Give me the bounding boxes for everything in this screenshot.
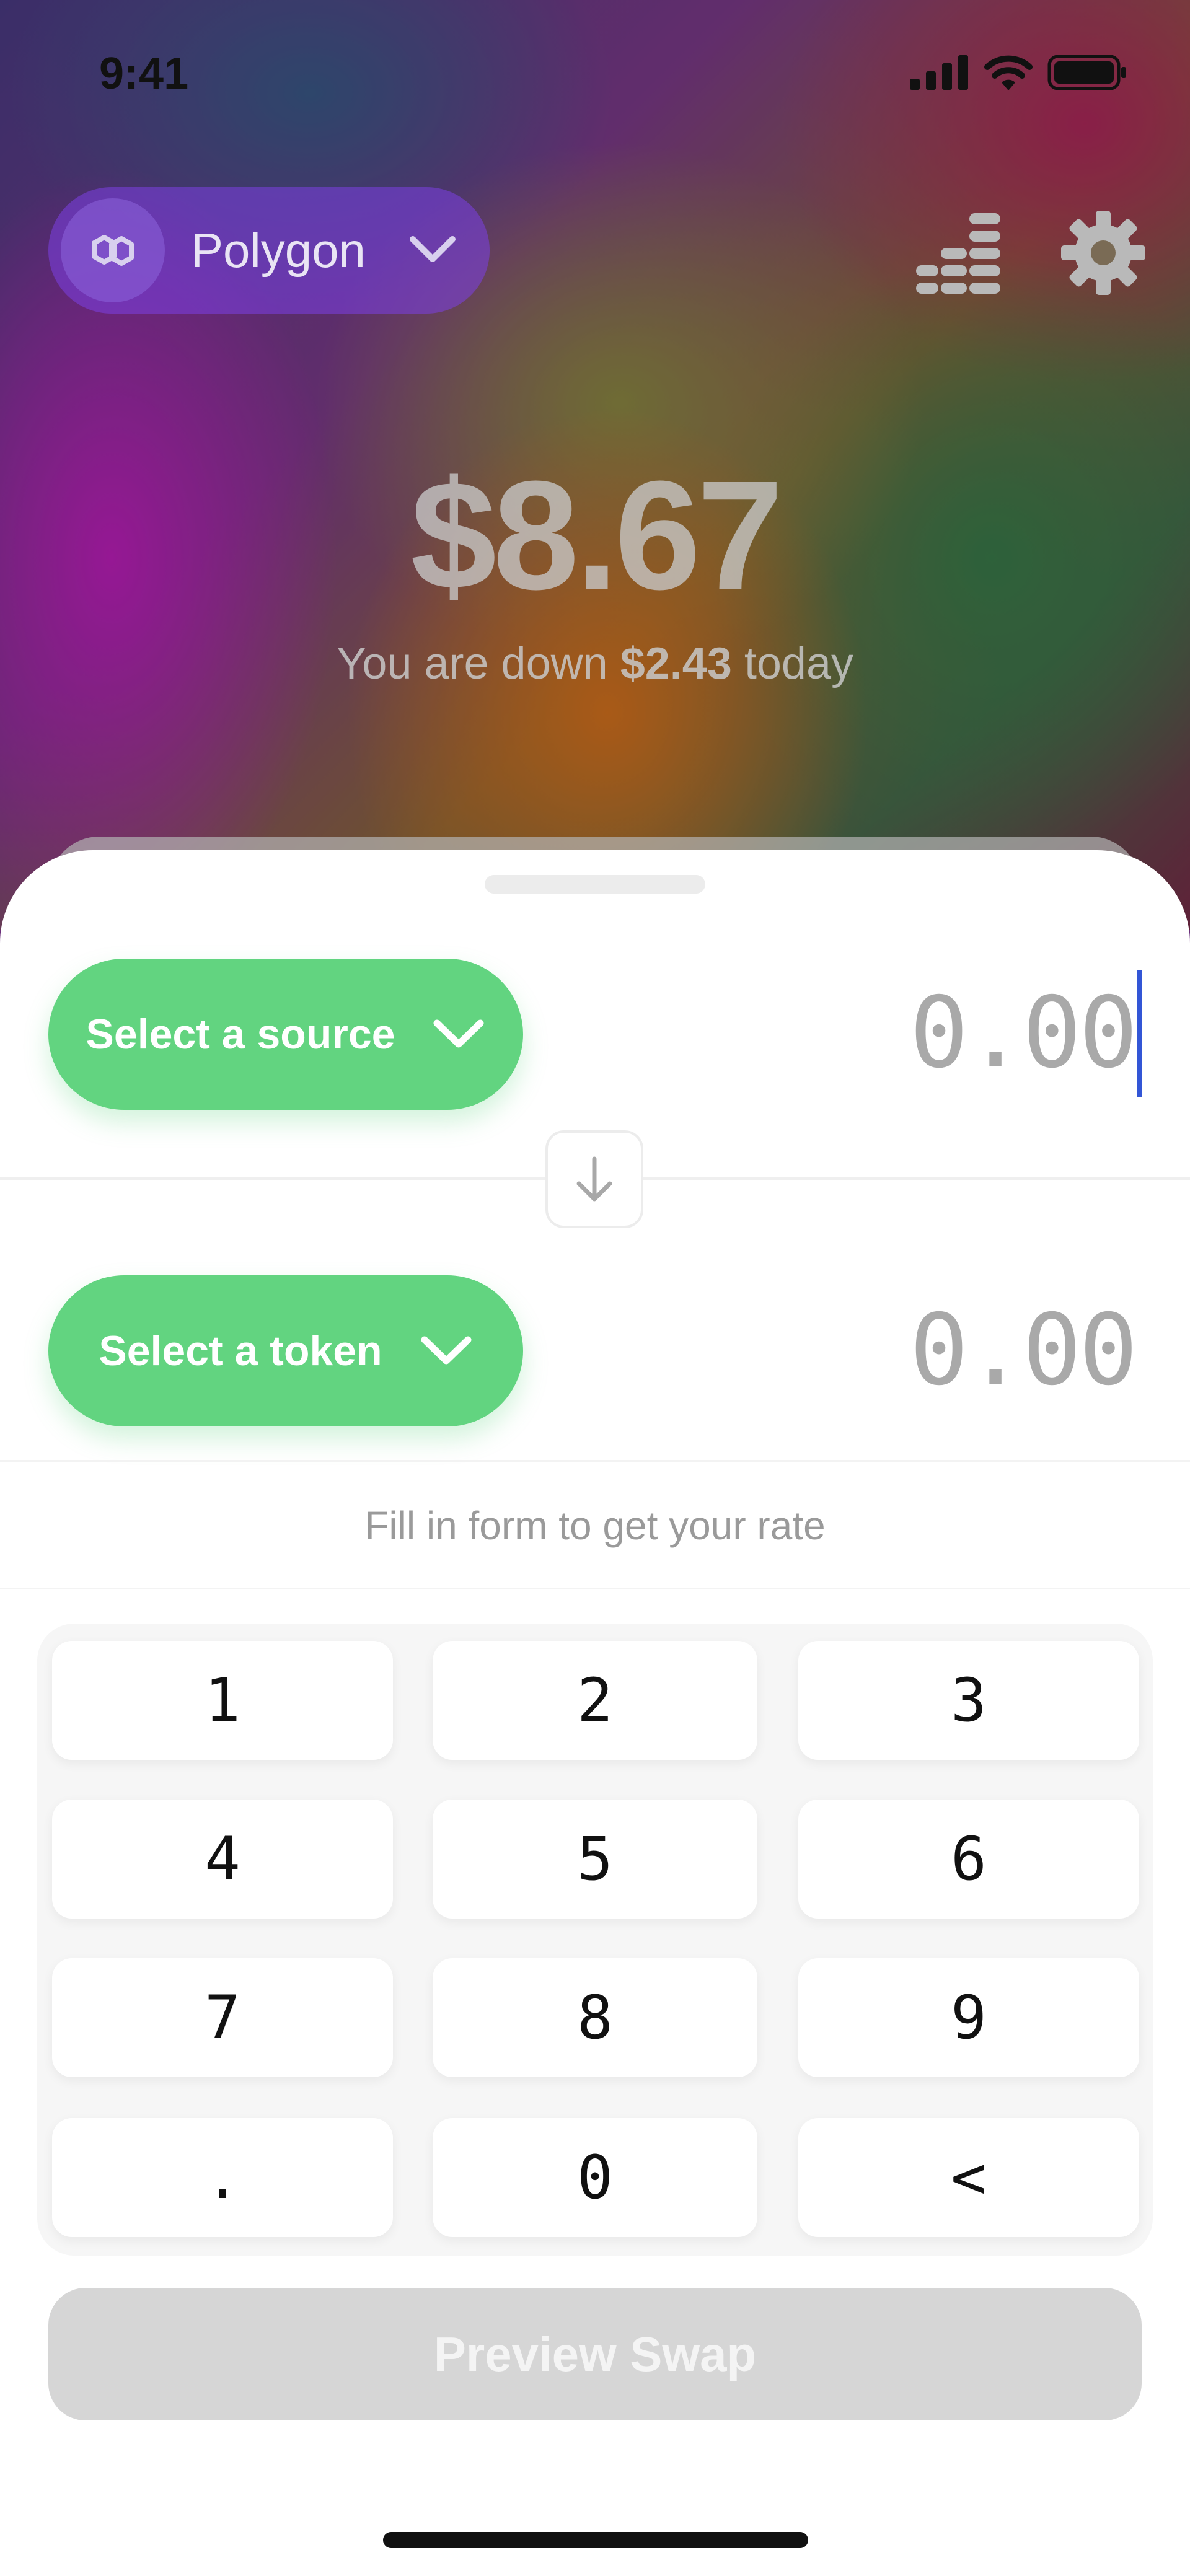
section-divider xyxy=(0,1588,1190,1589)
change-prefix: You are down xyxy=(336,639,620,688)
network-name: Polygon xyxy=(191,222,366,278)
section-divider xyxy=(0,1460,1190,1462)
key-5[interactable]: 5 xyxy=(433,1800,757,1919)
wifi-icon xyxy=(984,55,1033,90)
home-indicator[interactable] xyxy=(383,2532,808,2548)
key-0[interactable]: 0 xyxy=(433,2118,757,2237)
chevron-down-icon xyxy=(410,236,456,262)
key-1[interactable]: 1 xyxy=(52,1641,393,1760)
battery-icon xyxy=(1047,55,1126,90)
select-source-label: Select a source xyxy=(86,1011,395,1058)
token-amount-output: 0.00 xyxy=(909,1293,1138,1407)
swap-direction-button[interactable] xyxy=(545,1130,643,1228)
status-time: 9:41 xyxy=(99,49,189,99)
portfolio-change-text: You are down $2.43 today xyxy=(0,638,1190,689)
text-caret xyxy=(1137,970,1142,1097)
select-source-button[interactable]: Select a source xyxy=(48,959,523,1110)
polygon-logo-icon xyxy=(61,198,165,302)
preview-swap-button[interactable]: Preview Swap xyxy=(48,2288,1142,2420)
portfolio-chart-button[interactable] xyxy=(916,211,1000,298)
portfolio-balance: $8.67 xyxy=(410,449,783,622)
key-2[interactable]: 2 xyxy=(433,1641,757,1760)
chevron-down-icon xyxy=(433,1019,484,1048)
settings-button[interactable] xyxy=(1061,211,1145,298)
key-3[interactable]: 3 xyxy=(798,1641,1139,1760)
rate-hint: Fill in form to get your rate xyxy=(364,1503,826,1548)
key-backspace[interactable]: < xyxy=(798,2118,1139,2237)
key-9[interactable]: 9 xyxy=(798,1958,1139,2077)
key-8[interactable]: 8 xyxy=(433,1958,757,2077)
gear-icon xyxy=(1061,211,1145,295)
arrow-down-icon xyxy=(576,1156,612,1202)
bar-stack-icon xyxy=(916,213,1000,294)
change-suffix: today xyxy=(731,639,854,688)
chevron-down-icon xyxy=(421,1336,472,1365)
sheet-grab-handle[interactable] xyxy=(485,875,705,894)
select-token-button[interactable]: Select a token xyxy=(48,1275,523,1426)
cellular-signal-icon xyxy=(910,55,968,90)
key-decimal[interactable]: . xyxy=(52,2118,393,2237)
status-icons xyxy=(910,55,1128,90)
network-selector[interactable]: Polygon xyxy=(48,187,490,314)
change-amount: $2.43 xyxy=(620,639,732,688)
key-6[interactable]: 6 xyxy=(798,1800,1139,1919)
source-amount-input[interactable]: 0.00 xyxy=(910,976,1138,1090)
select-token-label: Select a token xyxy=(99,1327,382,1374)
key-4[interactable]: 4 xyxy=(52,1800,393,1919)
key-7[interactable]: 7 xyxy=(52,1958,393,2077)
